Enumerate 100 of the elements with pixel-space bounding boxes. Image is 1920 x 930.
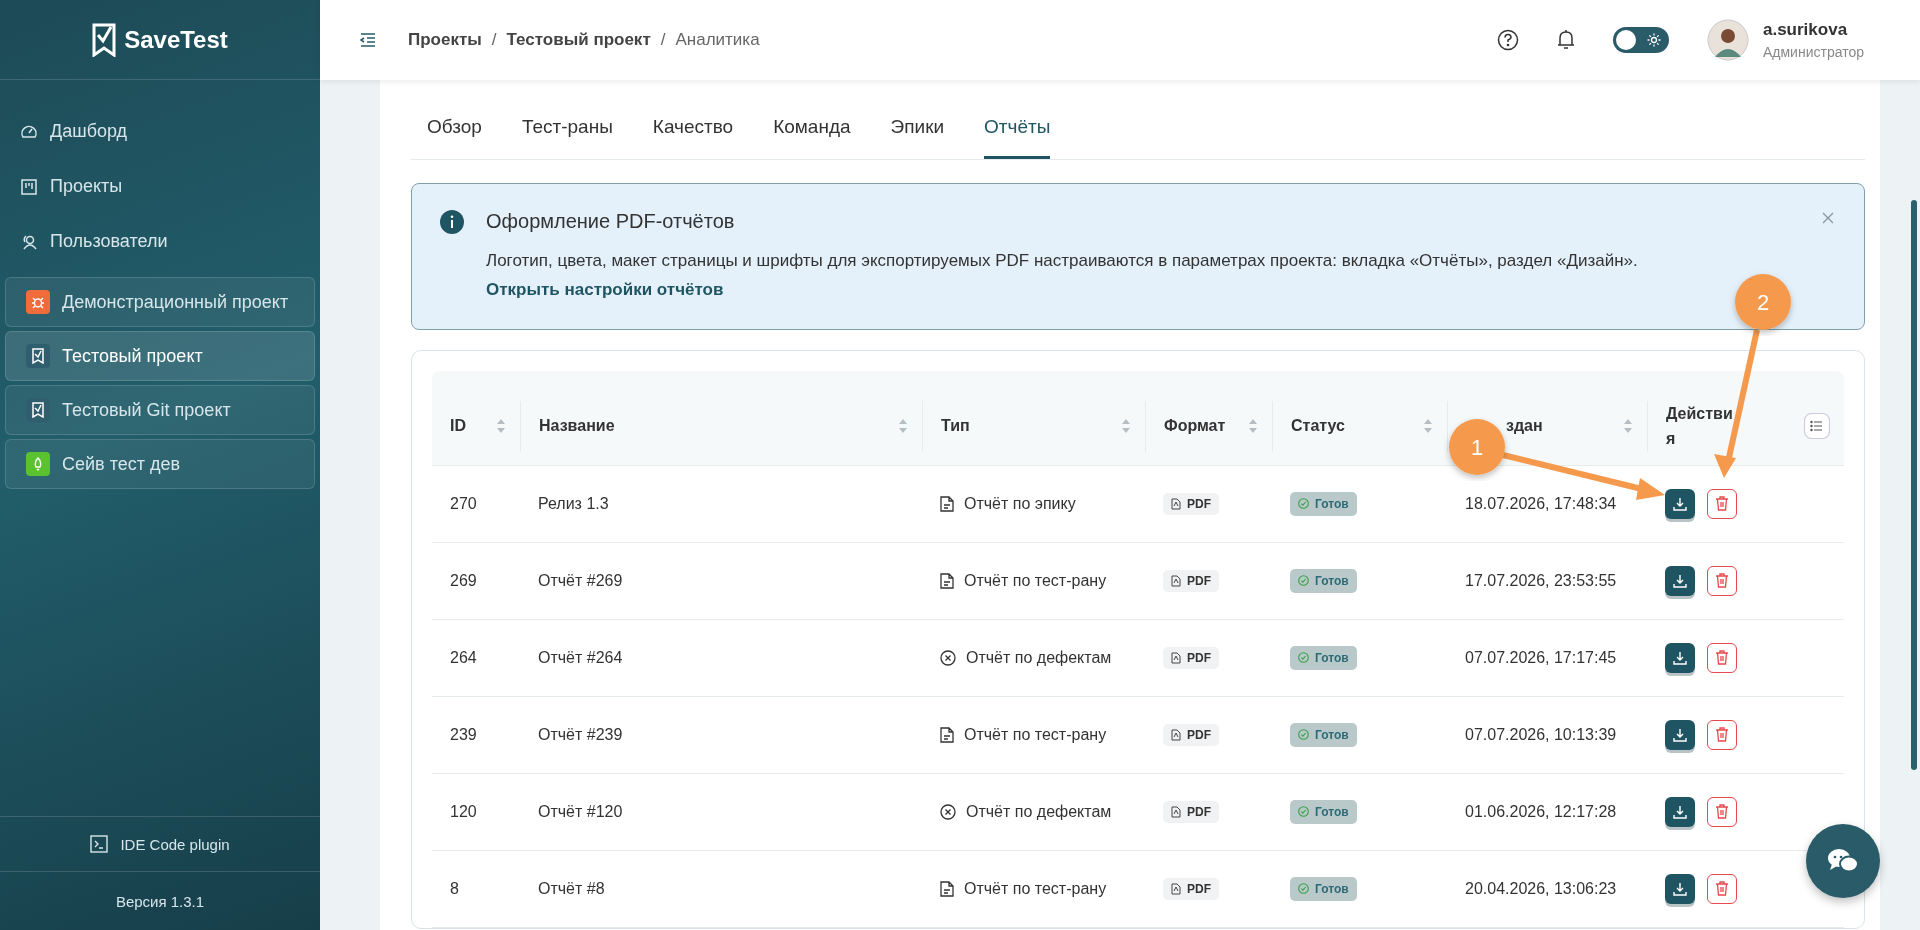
plugin-link[interactable]: IDE Code plugin — [0, 816, 320, 872]
project-item[interactable]: Тестовый проект — [5, 331, 315, 381]
download-icon — [1673, 881, 1687, 896]
check-circle-icon — [1298, 498, 1309, 510]
table-cell: 20.04.2026, 13:06:23 — [1465, 879, 1617, 898]
settings-link[interactable]: Открыть настройки отчётов — [486, 279, 724, 299]
download-button[interactable] — [1665, 873, 1695, 904]
status-badge: Готов — [1290, 876, 1357, 901]
format-tag: PDF — [1163, 800, 1219, 823]
column-header[interactable]: Статус — [1291, 417, 1345, 436]
download-button[interactable] — [1665, 565, 1695, 596]
project-item[interactable]: Тестовый Git проект — [5, 385, 315, 435]
logo-text: SaveTest — [124, 25, 228, 54]
delete-button[interactable] — [1707, 796, 1737, 827]
column-header[interactable]: Тип — [941, 417, 970, 436]
delete-button[interactable] — [1707, 488, 1737, 519]
document-icon — [940, 572, 954, 589]
table-cell-text: Отчёт #8 — [537, 878, 606, 899]
bell-icon[interactable] — [1557, 29, 1575, 51]
user-name: a.surikova — [1763, 20, 1849, 40]
download-button[interactable] — [1665, 719, 1695, 750]
project-item[interactable]: Сейв тест дев — [5, 439, 315, 489]
download-icon — [1673, 727, 1687, 742]
avatar[interactable] — [1707, 19, 1749, 61]
delete-button[interactable] — [1707, 719, 1737, 750]
nav-item[interactable]: Дашборд — [0, 104, 320, 159]
file-icon — [1171, 497, 1181, 510]
check-circle-icon — [1298, 883, 1309, 895]
trash-icon — [1715, 573, 1729, 589]
help-icon[interactable] — [1497, 29, 1519, 51]
document-icon — [940, 495, 954, 512]
column-list-icon[interactable] — [1804, 413, 1830, 440]
collapse-menu-icon[interactable] — [360, 33, 376, 47]
cross-circle-icon — [940, 803, 956, 820]
column-header[interactable]: Действия — [1666, 400, 1734, 452]
project-item[interactable]: Демонстрационный проект — [5, 277, 315, 327]
format-tag: PDF — [1163, 569, 1219, 592]
banner-title: Оформление PDF-отчётов — [486, 210, 736, 233]
logo-icon — [92, 22, 117, 57]
status-badge: Готов — [1290, 491, 1357, 516]
scrollbar[interactable] — [1911, 200, 1917, 770]
report-type: Отчёт по тест-рану — [964, 725, 1107, 744]
table-cell-text: 239 — [449, 724, 478, 745]
download-button[interactable] — [1665, 488, 1695, 519]
download-icon — [1673, 804, 1687, 819]
file-icon — [1171, 805, 1181, 818]
document-icon — [940, 726, 954, 743]
table-cell-text: Отчёт #264 — [537, 647, 624, 668]
table-cell: 01.06.2026, 12:17:28 — [1465, 802, 1617, 821]
table-cell-text: Отчёт #120 — [537, 801, 624, 822]
file-icon — [1171, 651, 1181, 664]
trash-icon — [1715, 804, 1729, 820]
column-header[interactable]: Название — [539, 417, 615, 436]
column-header[interactable]: здан — [1506, 417, 1543, 436]
column-header[interactable]: ID — [450, 417, 466, 436]
report-type: Отчёт по дефектам — [966, 648, 1112, 667]
download-icon — [1673, 650, 1687, 665]
tab[interactable]: Отчёты — [984, 116, 1051, 159]
status-badge: Готов — [1290, 722, 1357, 747]
tab[interactable]: Тест-раны — [521, 116, 613, 159]
breadcrumb[interactable]: Проекты — [408, 30, 482, 50]
tab[interactable]: Качество — [652, 116, 734, 159]
banner-text: Логотип, цвета, макет страницы и шрифты для экспортируемых PDF настраиваются в параметрах проекта: вкладка «Отчёты», раздел «Дизайн». Открыть настройки отчётов — [486, 250, 1639, 301]
status-badge: Готов — [1290, 645, 1357, 670]
file-icon — [1171, 728, 1181, 741]
callout-badge: 1 — [1449, 419, 1505, 475]
download-icon — [1673, 573, 1687, 588]
document-icon — [940, 880, 954, 897]
column-header[interactable]: Формат — [1164, 417, 1226, 436]
table-cell-text: 269 — [449, 570, 478, 591]
tab[interactable]: Команда — [773, 116, 851, 159]
table-cell-text: Отчёт #269 — [537, 570, 624, 591]
nav-item[interactable]: Проекты — [0, 159, 320, 214]
format-tag: PDF — [1163, 877, 1219, 900]
nav-item[interactable]: Пользователи — [0, 214, 320, 269]
report-type: Отчёт по дефектам — [966, 802, 1112, 821]
delete-button[interactable] — [1707, 873, 1737, 904]
check-circle-icon — [1298, 652, 1309, 664]
trash-icon — [1715, 650, 1729, 666]
table-cell: 07.07.2026, 17:17:45 — [1465, 648, 1617, 667]
delete-button[interactable] — [1707, 565, 1737, 596]
callout-badge: 2 — [1735, 274, 1791, 330]
download-button[interactable] — [1665, 642, 1695, 673]
close-icon[interactable] — [1822, 212, 1834, 224]
board-icon — [20, 177, 38, 196]
tab[interactable]: Обзор — [427, 116, 482, 159]
breadcrumb-separator: / — [660, 30, 666, 50]
table-cell-text: 8 — [449, 878, 460, 899]
trash-icon — [1715, 881, 1729, 897]
theme-toggle[interactable] — [1613, 27, 1669, 53]
breadcrumb[interactable]: Тестовый проект — [506, 30, 651, 50]
tab[interactable]: Эпики — [890, 116, 945, 159]
sun-icon — [1647, 33, 1661, 47]
terminal-icon — [90, 835, 109, 853]
users-icon — [20, 232, 38, 251]
file-icon — [1171, 882, 1181, 895]
report-type: Отчёт по тест-рану — [964, 879, 1107, 898]
delete-button[interactable] — [1707, 642, 1737, 673]
table-cell: 07.07.2026, 10:13:39 — [1465, 725, 1617, 744]
download-button[interactable] — [1665, 796, 1695, 827]
